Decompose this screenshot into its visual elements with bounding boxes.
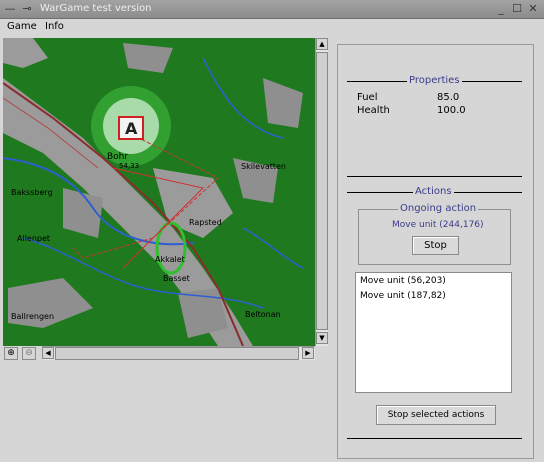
list-item[interactable]: Move unit (56,203) xyxy=(360,276,446,286)
fuel-value: 85.0 xyxy=(437,92,460,103)
elevation-label: 54,33 xyxy=(119,162,140,170)
fuel-label: Fuel xyxy=(357,92,378,103)
vertical-scroll-thumb[interactable] xyxy=(316,52,328,330)
maximize-button[interactable]: ☐ xyxy=(510,2,524,16)
divider xyxy=(347,176,522,177)
minimize-button[interactable]: _ xyxy=(494,2,508,16)
scroll-left-arrow[interactable]: ◀ xyxy=(42,347,54,359)
window-menu-icon[interactable]: — xyxy=(3,2,17,16)
actions-list[interactable]: Move unit (56,203) Move unit (187,82) xyxy=(355,272,512,393)
properties-title: Properties xyxy=(407,75,462,86)
menu-bar: Game Info xyxy=(0,19,544,37)
window-title: WarGame test version xyxy=(40,3,152,14)
menu-info[interactable]: Info xyxy=(45,21,64,32)
map-vertical-scrollbar[interactable]: ▲ ▼ xyxy=(315,38,328,346)
list-item[interactable]: Move unit (187,82) xyxy=(360,291,446,301)
pin-icon[interactable]: ⊸ xyxy=(20,2,34,16)
close-button[interactable]: ✕ xyxy=(526,2,540,16)
scroll-up-arrow[interactable]: ▲ xyxy=(316,38,328,50)
zoom-in-icon[interactable]: ⊕ xyxy=(4,347,18,360)
horizontal-scroll-thumb[interactable] xyxy=(55,347,299,360)
health-label: Health xyxy=(357,105,390,116)
unit-marker[interactable]: A xyxy=(118,116,144,140)
zoom-out-icon[interactable]: ⊖ xyxy=(22,347,36,360)
ongoing-action-title: Ongoing action xyxy=(398,203,479,214)
unit-label: A xyxy=(125,119,138,138)
place-label: Skilevatten xyxy=(241,162,286,171)
place-label: Bakssberg xyxy=(11,188,53,197)
actions-title: Actions xyxy=(413,186,454,197)
scroll-right-arrow[interactable]: ▶ xyxy=(302,347,314,359)
scroll-down-arrow[interactable]: ▼ xyxy=(316,332,328,344)
place-label: Beltonan xyxy=(245,310,281,319)
ongoing-action-text: Move unit (244,176) xyxy=(392,220,484,230)
place-label: Rapsted xyxy=(189,218,222,227)
place-label: Akkalet xyxy=(155,255,185,264)
divider xyxy=(347,438,522,439)
stop-selected-actions-button[interactable]: Stop selected actions xyxy=(376,405,496,425)
health-value: 100.0 xyxy=(437,105,466,116)
stop-button[interactable]: Stop xyxy=(412,236,459,255)
map-horizontal-scrollbar[interactable]: ◀ ▶ xyxy=(42,346,315,360)
place-label: Basset xyxy=(163,274,190,283)
window-title-bar: — ⊸ WarGame test version _ ☐ ✕ xyxy=(0,0,544,19)
map-view[interactable]: A Bohr 54,33 Skilevatten Rapsted Bakssbe… xyxy=(3,38,315,346)
menu-game[interactable]: Game xyxy=(7,21,37,32)
place-label: Bohr xyxy=(107,152,129,162)
place-label: Ballrengen xyxy=(11,312,55,321)
place-label: Allenpet xyxy=(17,234,51,243)
